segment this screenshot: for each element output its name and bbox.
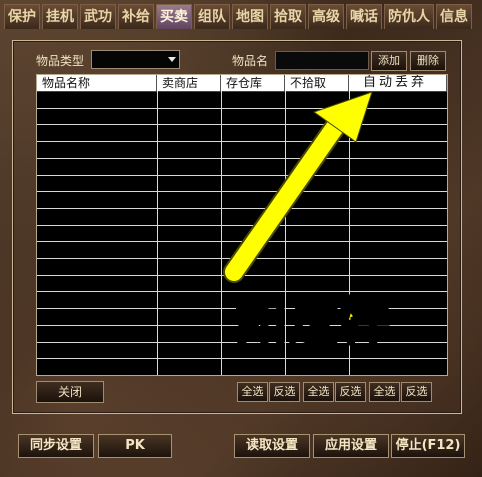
annotation-arrow-icon xyxy=(223,91,373,283)
annotation-text: 如这样 xyxy=(235,292,392,353)
